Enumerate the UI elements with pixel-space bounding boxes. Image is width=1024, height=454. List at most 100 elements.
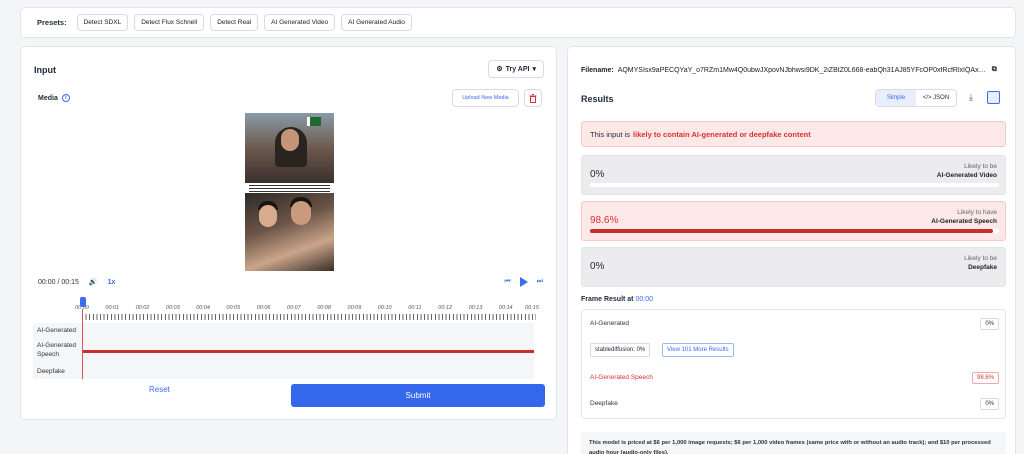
presets-label: Presets: [37,18,67,27]
info-icon[interactable]: i [61,94,70,102]
tick-label: 00:10 [377,305,392,311]
track-label-ai-generated: AI-Generated [37,327,77,334]
tick-label: 00:11 [408,305,422,311]
delete-media-button[interactable] [524,89,542,107]
alert-emphasis: likely to contain AI-generated or deepfa… [633,129,811,139]
tick-label: 00:14 [498,305,513,311]
presets-bar: Presets: Detect SDXL Detect Flux Schnell… [20,7,1016,38]
caption-strip [245,183,334,193]
chevron-down-icon: ▾ [532,66,536,73]
submit-button[interactable]: Submit [291,384,545,407]
video-preview[interactable] [245,113,334,271]
tick-label: 00:03 [165,305,180,311]
timeline-ruler[interactable]: 00:00 00:01 00:02 00:03 00:04 00:05 00:0… [75,305,539,323]
tick-label: 00:15 [525,305,539,311]
frame-result-time[interactable]: 00:00 [635,296,653,303]
skip-back-icon[interactable]: ⏮ [504,278,510,286]
result-card-ai-video: 0% Likely to be AI-Generated Video [581,155,1006,195]
download-icon[interactable]: ⤓ [969,92,973,103]
toggle-simple[interactable]: Simple [876,90,916,106]
preset-ai-generated-audio[interactable]: AI Generated Audio [341,14,412,31]
video-frame-bottom [245,193,334,271]
tick-label: 00:04 [196,305,210,311]
preset-detect-real[interactable]: Detect Real [210,14,259,31]
result-category: AI-Generated Video [936,172,997,179]
pricing-note: This model is priced at $6 per 1,000 ima… [581,432,1006,454]
input-title: Input [34,65,56,75]
tick-label: 00:08 [317,305,331,311]
result-card-deepfake: 0% Likely to be Deepfake [581,247,1006,287]
frame-result-label: Frame Result at [581,296,634,303]
tick-label: 00:09 [347,305,362,311]
result-category: Deepfake [968,264,997,271]
view-toggle: Simple </> JSON [875,89,957,107]
preset-detect-sdxl[interactable]: Detect SDXL [76,14,129,31]
tick-label: 00:12 [438,305,453,311]
timeline-scrubber-handle[interactable] [80,297,86,307]
media-label-text: Media [38,94,58,102]
layout-view-icon[interactable] [987,91,1000,104]
video-frame-top [245,113,334,183]
playback-speed[interactable]: 1x [108,279,116,286]
preset-detect-flux-schnell[interactable]: Detect Flux Schnell [134,14,205,31]
gear-icon: ⚙ [496,66,503,73]
frame-deepfake-label: Deepfake [590,400,618,407]
frame-ai-label: AI-Generated [590,320,630,327]
ai-speech-track-bar [83,350,534,353]
person-face-left [259,205,277,227]
filename-value: AQMYSIsx9aPECQYaY_o7RZm1Mw4Q0ubwJXpovNJb… [617,66,988,74]
result-progress-bar [590,229,999,233]
try-api-button[interactable]: ⚙ Try API ▾ [488,60,544,78]
result-category: AI-Generated Speech [931,218,997,225]
frame-result-box: AI-Generated 0% stablediffusion: 0% View… [581,309,1006,419]
skip-forward-icon[interactable]: ⏭ [537,278,543,286]
result-qualifier: Likely to have [957,209,997,216]
frame-deepfake-percent: 0% [980,398,999,410]
try-api-label: Try API [505,65,530,73]
filename-label: Filename: [581,66,614,74]
track-label-ai-speech: AI-Generated Speech [37,342,77,358]
results-title: Results [581,94,614,104]
stablediffusion-pill: stablediffusion: 0% [590,343,651,357]
track-label-deepfake: Deepfake [37,368,65,375]
input-panel: Input ⚙ Try API ▾ Media i Upload New Med… [20,46,557,420]
person-face-right [291,201,311,225]
tick-label: 00:02 [135,305,150,311]
toggle-json[interactable]: </> JSON [916,90,956,106]
detection-tracks: AI-Generated AI-Generated Speech Deepfak… [33,323,534,379]
result-qualifier: Likely to be [964,255,997,262]
reset-button[interactable]: Reset [149,385,170,394]
speaker-face [281,129,299,151]
result-percent: 0% [590,169,605,180]
playhead-line [82,309,83,379]
results-panel: Filename: AQMYSIsx9aPECQYaY_o7RZm1Mw4Q0u… [567,46,1016,454]
result-percent: 98.6% [590,215,619,226]
result-card-ai-speech: 98.6% Likely to have AI-Generated Speech [581,201,1006,241]
preset-ai-generated-video[interactable]: AI Generated Video [264,14,336,31]
playback-time: 00:00 / 00:15 [38,278,79,286]
video-controls: 00:00 / 00:15 🔊 1x ⏮ ⏭ [38,273,543,291]
frame-speech-label: AI-Generated Speech [590,374,653,381]
tick-label: 00:05 [226,305,241,311]
filename-row: Filename: AQMYSIsx9aPECQYaY_o7RZm1Mw4Q0u… [581,66,997,74]
tick-label: 00:06 [256,305,271,311]
view-more-results-button[interactable]: View 101 More Results [662,343,734,357]
transport-controls: ⏮ ⏭ [504,277,543,287]
volume-icon[interactable]: 🔊 [89,278,98,286]
frame-speech-percent: 98.6% [971,372,999,384]
frame-ai-percent: 0% [980,318,999,330]
alert-prefix: This input is [590,129,631,139]
verdict-alert: This input is likely to contain AI-gener… [581,121,1006,147]
result-percent: 0% [590,261,605,272]
frame-result-heading: Frame Result at 00:00 [581,296,653,303]
tick-label: 00:01 [105,305,120,311]
media-label: Media i [38,94,70,102]
copy-icon[interactable]: ⧉ [992,66,997,74]
result-progress-bar [590,183,999,187]
flag-graphic [307,117,321,126]
tick-label: 00:07 [287,305,301,311]
upload-new-media-button[interactable]: Upload New Media [452,89,519,107]
tick-marks [82,314,536,320]
play-icon[interactable] [519,277,528,287]
result-qualifier: Likely to be [964,163,997,170]
